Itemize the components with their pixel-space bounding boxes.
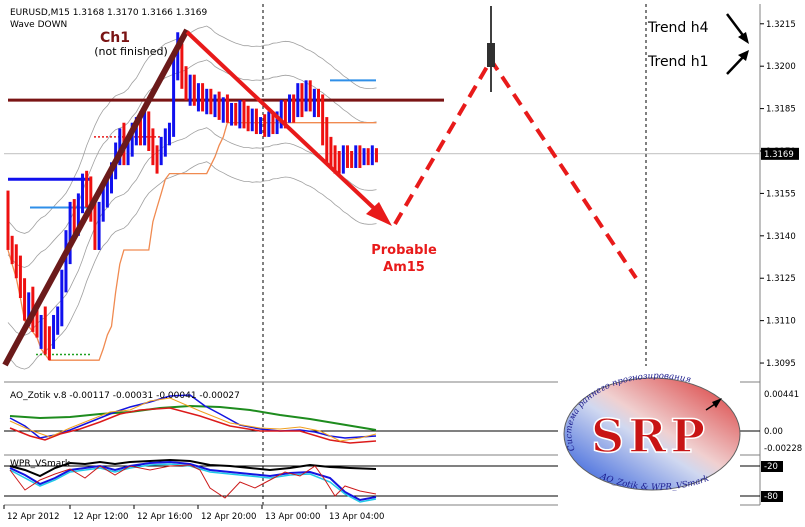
current-price-label: 1.3169: [764, 150, 794, 160]
price-tick-label: 1.3125: [766, 274, 796, 284]
ao-scale-min: -0.00228: [764, 444, 802, 454]
indicator-name: Wave DOWN: [10, 20, 67, 30]
price-tick-label: 1.3110: [766, 317, 796, 327]
wpr-scale-20: -20: [764, 462, 778, 472]
price-tick-label: 1.3200: [766, 62, 796, 72]
price-tick-label: 1.3185: [766, 105, 796, 115]
am15-label: Am15: [383, 260, 425, 275]
price-tick-label: 1.3215: [766, 20, 796, 30]
price-tick-label: 1.3095: [766, 359, 796, 369]
ch1-label: Ch1: [100, 30, 130, 46]
time-tick-label: 12 Apr 2012: [7, 512, 60, 522]
time-tick-label: 12 Apr 12:00: [73, 512, 128, 522]
ao-label: AO_Zotik v.8 -0.00117 -0.00031 -0.00041 …: [10, 391, 240, 401]
price-axis: 1.32151.32001.31851.31701.31551.31401.31…: [760, 20, 799, 369]
ao-scale-max: 0.00441: [764, 390, 799, 400]
symbol-quote: EURUSD,M15 1.3168 1.3170 1.3166 1.3169: [10, 8, 208, 18]
price-tick-label: 1.3155: [766, 189, 796, 199]
wpr-label: WPR_VSmark: [10, 459, 71, 469]
ao-scale-zero: 0.00: [764, 427, 783, 437]
srp-logo: SRP Система раннего прогнозирования AO_Z…: [558, 366, 741, 506]
chart-window: EURUSD,M15 1.3168 1.3170 1.3166 1.3169 W…: [0, 0, 805, 527]
time-tick-label: 12 Apr 16:00: [137, 512, 192, 522]
time-tick-label: 12 Apr 20:00: [201, 512, 256, 522]
time-tick-label: 13 Apr 00:00: [265, 512, 320, 522]
time-tick-label: 13 Apr 04:00: [329, 512, 384, 522]
future-candle-body: [487, 43, 495, 67]
trend-h1-label: Trend h1: [647, 54, 709, 70]
probable-label: Probable: [371, 243, 437, 258]
trend-h4-label: Trend h4: [647, 20, 709, 36]
price-tick-label: 1.3140: [766, 232, 796, 242]
ch1-note: (not finished): [94, 45, 168, 58]
wpr-scale-80: -80: [764, 492, 778, 502]
price-chart: EURUSD,M15 1.3168 1.3170 1.3166 1.3169 W…: [0, 0, 805, 527]
logo-letters: SRP: [591, 409, 709, 463]
